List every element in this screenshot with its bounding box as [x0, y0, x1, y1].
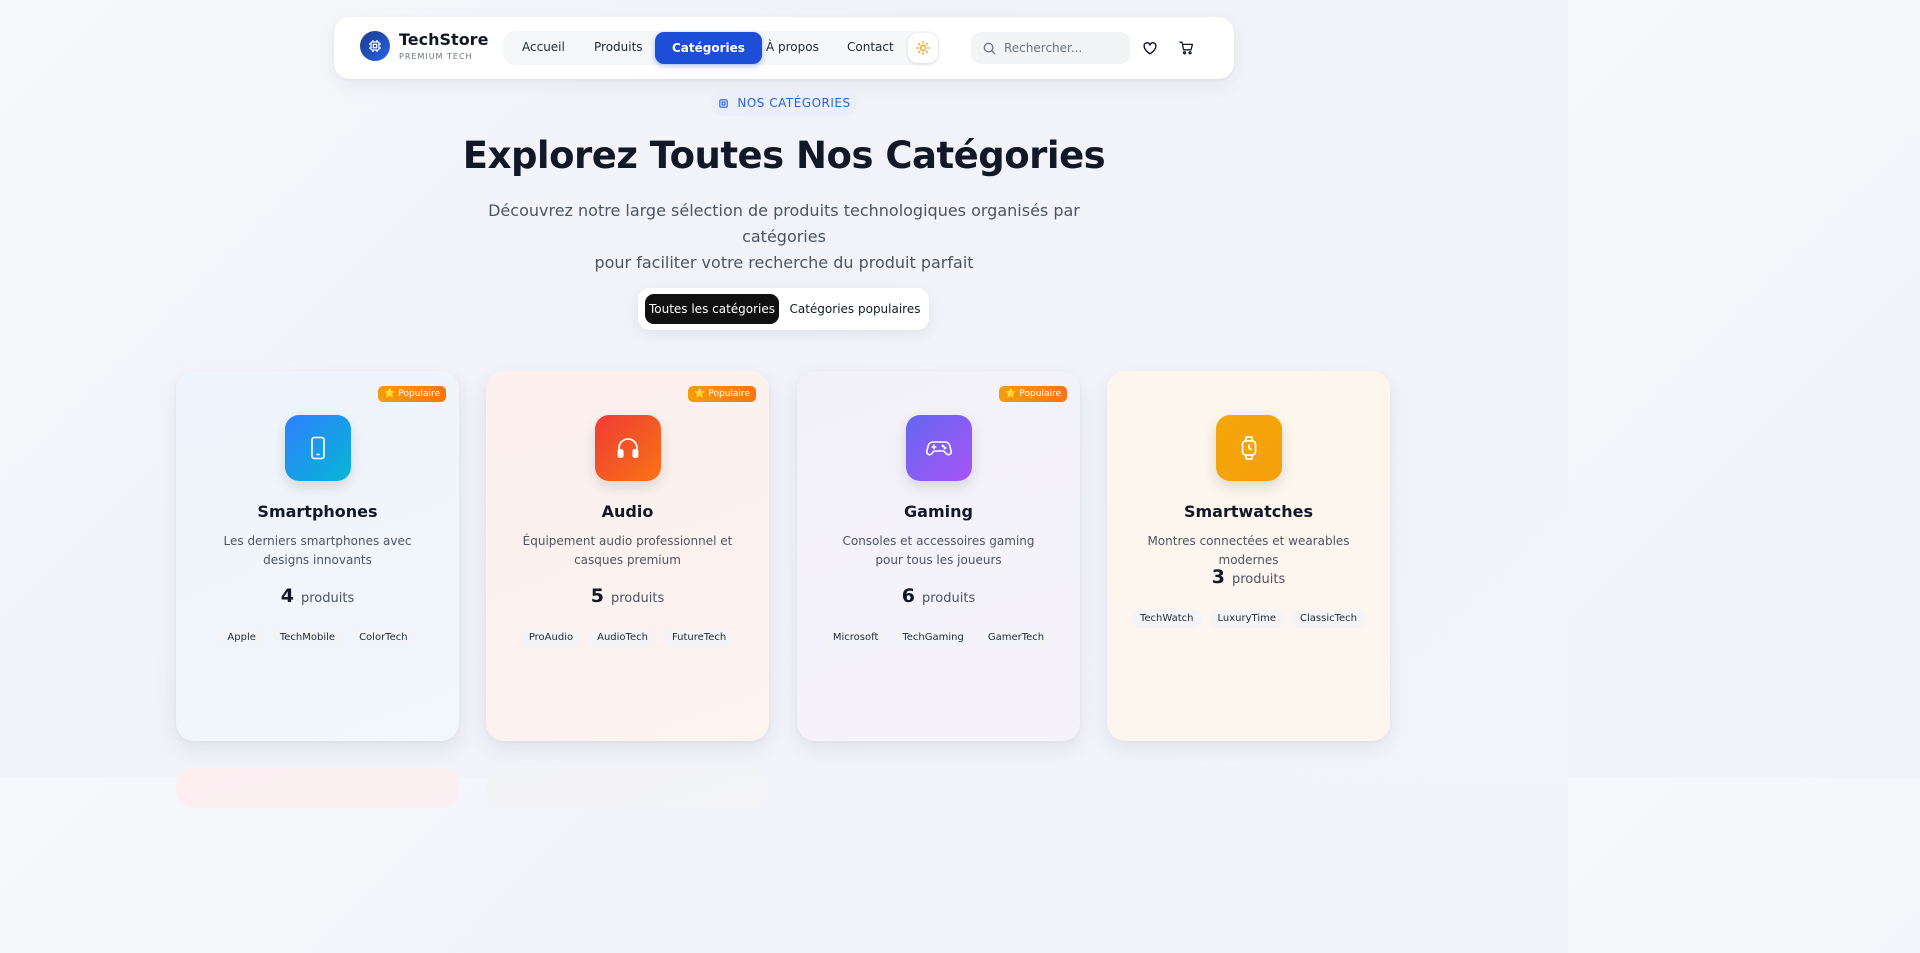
- nav-item-contact[interactable]: Contact: [847, 31, 894, 63]
- product-count: 6 produits: [797, 585, 1080, 607]
- brand-tag[interactable]: TechWatch: [1131, 610, 1202, 628]
- eyebrow-label: NOS CATÉGORIES: [737, 96, 851, 110]
- brand-name: TechStore: [399, 30, 489, 49]
- nav-item-categories[interactable]: Catégories: [655, 32, 762, 64]
- category-name: Gaming: [904, 502, 973, 521]
- main-nav: Accueil Produits Catégories À propos Con…: [503, 31, 939, 65]
- brand[interactable]: TechStore PREMIUM TECH: [360, 31, 488, 61]
- search-box[interactable]: [971, 32, 1130, 64]
- brand-tag[interactable]: ClassicTech: [1292, 610, 1365, 628]
- brand-tag[interactable]: AudioTech: [589, 629, 656, 647]
- category-description: Équipement audio professionnel et casque…: [522, 534, 733, 567]
- product-count-label: produits: [921, 591, 976, 606]
- brand-tags: Microsoft TechGaming GamerTech: [797, 629, 1080, 647]
- page-subtitle: Découvrez notre large sélection de produ…: [474, 198, 1094, 276]
- chip-icon: [360, 31, 390, 61]
- brand-tag[interactable]: GamerTech: [979, 629, 1053, 647]
- category-description: Consoles et accessoires gaming pour tous…: [842, 534, 1035, 567]
- category-card-partial[interactable]: [486, 768, 769, 808]
- brand-tag[interactable]: TechGaming: [894, 629, 972, 647]
- nav-item-accueil[interactable]: Accueil: [522, 31, 565, 63]
- brand-tags: Apple TechMobile ColorTech: [176, 629, 459, 647]
- wishlist-button[interactable]: [1141, 39, 1159, 57]
- smartphone-icon: [285, 415, 351, 481]
- product-count: 5 produits: [486, 585, 769, 607]
- brand-tag[interactable]: Apple: [219, 629, 264, 647]
- tab-all-categories[interactable]: Toutes les catégories: [645, 294, 779, 324]
- product-count-value: 3: [1211, 566, 1225, 588]
- chip-icon: [719, 98, 729, 108]
- search-icon: [983, 42, 996, 54]
- category-card-smartwatches[interactable]: Smartwatches Montres connectées et weara…: [1107, 371, 1390, 741]
- category-card-smartphones[interactable]: ⭐ Populaire Smartphones Les derniers sma…: [176, 371, 459, 741]
- product-count: 3 produits: [1107, 566, 1390, 588]
- brand-tags: TechWatch LuxuryTime ClassicTech: [1107, 610, 1390, 628]
- product-count-label: produits: [300, 591, 355, 606]
- cart-icon: [1178, 41, 1193, 55]
- category-name: Audio: [601, 502, 654, 521]
- section-eyebrow: NOS CATÉGORIES: [711, 90, 857, 116]
- popular-badge: ⭐ Populaire: [688, 386, 756, 402]
- search-input[interactable]: [1004, 41, 1124, 55]
- popular-badge: ⭐ Populaire: [999, 386, 1067, 402]
- product-count-label: produits: [1231, 572, 1286, 587]
- category-name: Smartphones: [257, 502, 378, 521]
- tab-popular-categories[interactable]: Catégories populaires: [788, 294, 922, 324]
- category-filter-tabs: Toutes les catégories Catégories populai…: [638, 288, 929, 330]
- gamepad-icon: [906, 415, 972, 481]
- brand-tag[interactable]: ProAudio: [520, 629, 582, 647]
- subtitle-line-1: Découvrez notre large sélection de produ…: [488, 201, 1080, 246]
- popular-badge: ⭐ Populaire: [378, 386, 446, 402]
- brand-tag[interactable]: LuxuryTime: [1209, 610, 1285, 628]
- cart-button[interactable]: [1177, 39, 1195, 57]
- product-count-label: produits: [610, 591, 665, 606]
- brand-tag[interactable]: ColorTech: [351, 629, 416, 647]
- brand-tags: ProAudio AudioTech FutureTech: [486, 629, 769, 647]
- category-description: Montres connectées et wearables modernes: [1147, 534, 1350, 567]
- nav-item-a-propos[interactable]: À propos: [766, 31, 819, 63]
- navbar: TechStore PREMIUM TECH Accueil Produits …: [334, 17, 1234, 79]
- headphones-icon: [595, 415, 661, 481]
- theme-toggle-button[interactable]: [908, 33, 938, 63]
- nav-item-produits[interactable]: Produits: [594, 31, 643, 63]
- brand-tag[interactable]: Microsoft: [824, 629, 887, 647]
- watch-icon: [1216, 415, 1282, 481]
- sun-icon: [916, 41, 930, 55]
- category-description: Les derniers smartphones avec designs in…: [223, 534, 412, 567]
- category-card-audio[interactable]: ⭐ Populaire Audio Équipement audio profe…: [486, 371, 769, 741]
- category-name: Smartwatches: [1183, 502, 1313, 521]
- heart-icon: [1143, 41, 1157, 54]
- product-count-value: 6: [901, 585, 915, 607]
- brand-tag[interactable]: FutureTech: [663, 629, 735, 647]
- brand-tag[interactable]: TechMobile: [271, 629, 344, 647]
- product-count-value: 5: [590, 585, 604, 607]
- page-title: Explorez Toutes Nos Catégories: [462, 134, 1106, 177]
- category-card-partial[interactable]: [176, 768, 459, 808]
- category-card-gaming[interactable]: ⭐ Populaire Gaming Consoles et accessoir…: [797, 371, 1080, 741]
- brand-tagline: PREMIUM TECH: [399, 52, 473, 61]
- product-count-value: 4: [280, 585, 294, 607]
- subtitle-line-2: pour faciliter votre recherche du produi…: [594, 253, 974, 272]
- product-count: 4 produits: [176, 585, 459, 607]
